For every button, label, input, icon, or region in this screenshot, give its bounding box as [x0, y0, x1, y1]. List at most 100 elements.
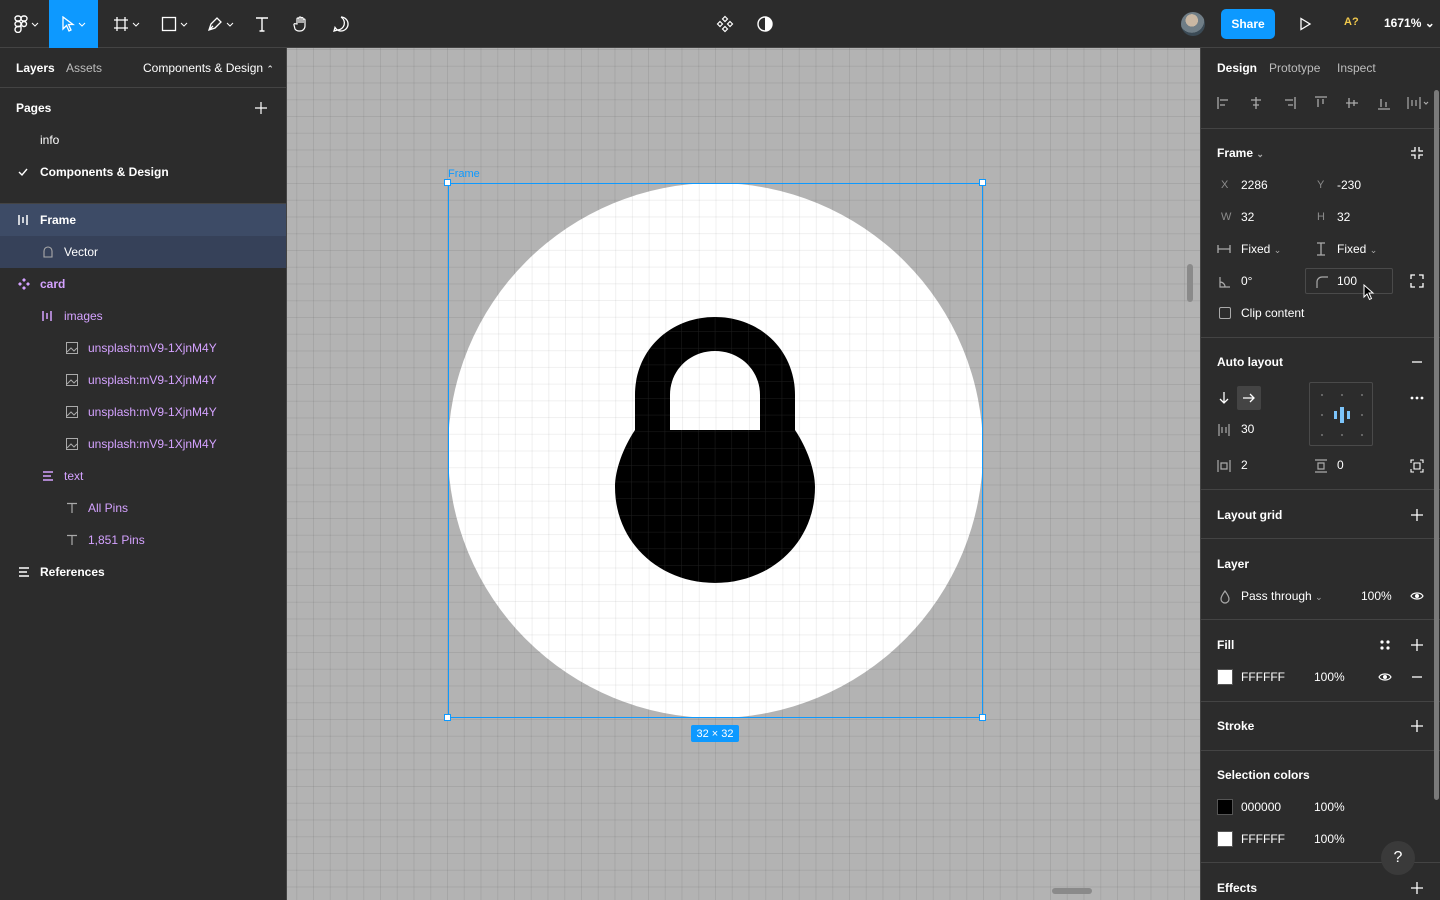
- present-button[interactable]: [1293, 0, 1317, 48]
- blend-mode-dropdown[interactable]: Pass through ⌄: [1241, 589, 1323, 603]
- layer-images[interactable]: images: [0, 300, 286, 332]
- clip-content-checkbox[interactable]: [1219, 307, 1231, 319]
- vertical-resize-icon: [1317, 242, 1325, 256]
- y-input[interactable]: -230: [1337, 178, 1361, 192]
- resize-handle-bottom-right[interactable]: [979, 714, 986, 721]
- tab-layers[interactable]: Layers: [16, 61, 55, 75]
- selection-color-swatch[interactable]: [1217, 831, 1233, 847]
- fill-color-swatch[interactable]: [1217, 669, 1233, 685]
- fill-hex-input[interactable]: FFFFFF: [1241, 670, 1285, 684]
- left-panel-tabs: Layers Assets Components & Design ⌃: [0, 48, 287, 88]
- align-bottom-icon[interactable]: [1377, 96, 1391, 110]
- resize-handle-top-left[interactable]: [444, 179, 451, 186]
- horizontal-resizing-dropdown[interactable]: Fixed ⌄: [1241, 242, 1281, 256]
- arrow-down-icon[interactable]: [1217, 391, 1231, 405]
- ai-badge[interactable]: A?: [1344, 16, 1359, 28]
- collapse-icon[interactable]: [1410, 146, 1424, 160]
- vertical-padding-input[interactable]: 0: [1337, 458, 1344, 472]
- layer-image[interactable]: unsplash:mV9-1XjnM4Y: [0, 396, 286, 428]
- x-input[interactable]: 2286: [1241, 178, 1268, 192]
- layer-text[interactable]: 1,851 Pins: [0, 524, 286, 556]
- layer-image[interactable]: unsplash:mV9-1XjnM4Y: [0, 332, 286, 364]
- selection-color-swatch[interactable]: [1217, 799, 1233, 815]
- align-vertical-center-icon[interactable]: [1345, 96, 1359, 110]
- add-layout-grid-icon[interactable]: [1410, 508, 1424, 522]
- layer-frame[interactable]: Frame: [0, 204, 286, 236]
- zoom-dropdown[interactable]: 1671% ⌄: [1384, 16, 1435, 30]
- remove-fill-icon[interactable]: [1410, 670, 1424, 684]
- page-switcher-label: Components & Design: [143, 61, 264, 75]
- selection-color-opacity[interactable]: 100%: [1314, 832, 1345, 846]
- selection-box: [448, 183, 983, 718]
- corner-radius-input[interactable]: 100: [1337, 274, 1357, 288]
- layer-image[interactable]: unsplash:mV9-1XjnM4Y: [0, 364, 286, 396]
- move-tool-button[interactable]: [49, 0, 98, 48]
- frame-section-title[interactable]: Frame ⌄: [1217, 146, 1264, 160]
- vertical-resizing-dropdown[interactable]: Fixed ⌄: [1337, 242, 1377, 256]
- components-button[interactable]: [713, 0, 737, 48]
- tab-prototype[interactable]: Prototype: [1269, 61, 1320, 75]
- width-input[interactable]: 32: [1241, 210, 1254, 224]
- individual-padding-icon[interactable]: [1410, 459, 1424, 473]
- horizontal-scrollbar[interactable]: [1052, 888, 1092, 894]
- add-stroke-icon[interactable]: [1410, 719, 1424, 733]
- rotation-input[interactable]: 0°: [1241, 274, 1252, 288]
- vertical-scrollbar[interactable]: [1187, 264, 1193, 302]
- hand-tool-button[interactable]: [289, 0, 313, 48]
- fill-opacity-input[interactable]: 100%: [1314, 670, 1345, 684]
- y-label: Y: [1317, 179, 1325, 191]
- selection-color-opacity[interactable]: 100%: [1314, 800, 1345, 814]
- add-fill-icon[interactable]: [1410, 638, 1424, 652]
- direction-horizontal-button[interactable]: [1237, 386, 1261, 410]
- layer-vector[interactable]: Vector: [0, 236, 286, 268]
- add-effect-icon[interactable]: [1410, 881, 1424, 895]
- canvas[interactable]: Frame 32 × 32: [287, 48, 1200, 900]
- eye-icon[interactable]: [1410, 589, 1424, 603]
- styles-grid-icon[interactable]: [1378, 638, 1392, 652]
- tab-assets[interactable]: Assets: [66, 61, 102, 75]
- page-item-info[interactable]: info: [40, 133, 59, 147]
- pen-tool-button[interactable]: [202, 0, 238, 48]
- layer-image[interactable]: unsplash:mV9-1XjnM4Y: [0, 428, 286, 460]
- page-item-components-design[interactable]: Components & Design: [40, 165, 169, 179]
- layer-card[interactable]: card: [0, 268, 286, 300]
- resize-handle-top-right[interactable]: [979, 179, 986, 186]
- align-right-icon[interactable]: [1282, 96, 1296, 110]
- main-menu-button[interactable]: [8, 0, 44, 48]
- selection-color-hex[interactable]: 000000: [1241, 800, 1281, 814]
- layout-grid-title: Layout grid: [1217, 508, 1283, 522]
- resize-handle-bottom-left[interactable]: [444, 714, 451, 721]
- eye-icon[interactable]: [1378, 670, 1392, 684]
- frame-name-label[interactable]: Frame: [448, 168, 480, 180]
- theme-toggle-button[interactable]: [753, 0, 777, 48]
- tab-design[interactable]: Design: [1217, 61, 1257, 75]
- avatar[interactable]: [1181, 12, 1205, 36]
- tab-inspect[interactable]: Inspect: [1337, 61, 1376, 75]
- page-switcher[interactable]: Components & Design ⌃: [143, 61, 274, 75]
- layer-text[interactable]: All Pins: [0, 492, 286, 524]
- shape-tool-button[interactable]: [156, 0, 192, 48]
- distribute-icon[interactable]: [1407, 96, 1429, 110]
- more-options-icon[interactable]: [1410, 391, 1424, 405]
- selection-color-hex[interactable]: FFFFFF: [1241, 832, 1285, 846]
- independent-corners-icon[interactable]: [1410, 274, 1424, 288]
- align-horizontal-center-icon[interactable]: [1249, 96, 1263, 110]
- item-spacing-input[interactable]: 30: [1241, 422, 1254, 436]
- layer-text-group[interactable]: text: [0, 460, 286, 492]
- text-tool-button[interactable]: [250, 0, 274, 48]
- corner-radius-field[interactable]: 100: [1305, 268, 1393, 294]
- add-page-icon[interactable]: [255, 102, 267, 114]
- frame-tool-button[interactable]: [108, 0, 144, 48]
- right-panel-scrollbar[interactable]: [1434, 90, 1439, 800]
- align-left-icon[interactable]: [1217, 96, 1231, 110]
- horizontal-padding-input[interactable]: 2: [1241, 458, 1248, 472]
- remove-auto-layout-icon[interactable]: [1410, 355, 1424, 369]
- align-top-icon[interactable]: [1314, 96, 1328, 110]
- alignment-grid[interactable]: [1309, 382, 1373, 446]
- layer-references[interactable]: References: [0, 556, 286, 588]
- share-button[interactable]: Share: [1221, 9, 1275, 39]
- height-input[interactable]: 32: [1337, 210, 1350, 224]
- comment-tool-button[interactable]: [329, 0, 353, 48]
- help-button[interactable]: ?: [1381, 841, 1415, 875]
- layer-opacity-input[interactable]: 100%: [1361, 589, 1392, 603]
